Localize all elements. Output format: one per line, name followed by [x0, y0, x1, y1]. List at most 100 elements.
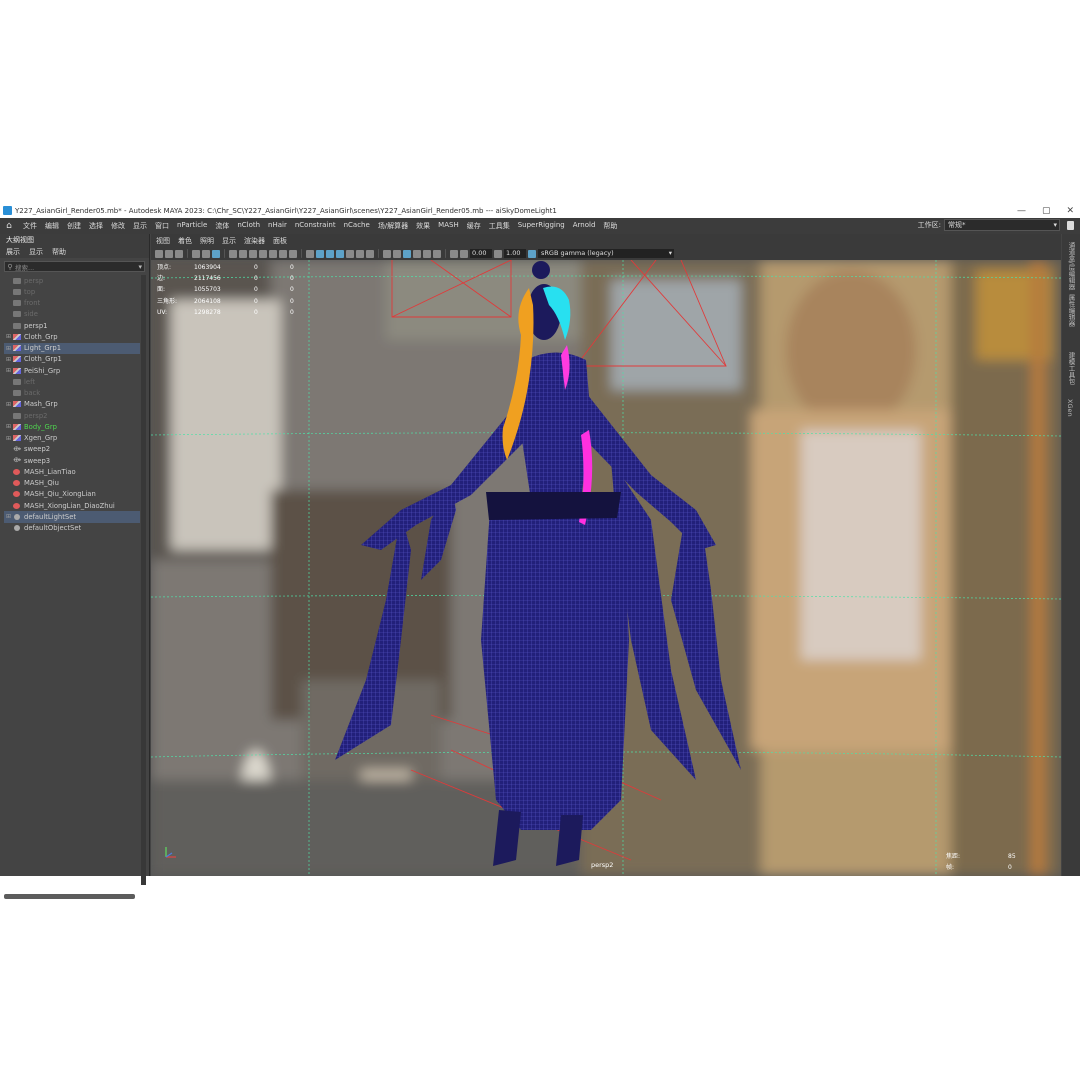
- outliner-item[interactable]: ⊞ Mash_Grp: [4, 399, 140, 410]
- toolbar-button-icon[interactable]: [346, 249, 354, 258]
- viewport-menu-item[interactable]: 渲染器: [244, 236, 265, 246]
- outliner-search-input[interactable]: ⚲ 搜索... ▾: [4, 261, 145, 272]
- outliner-item[interactable]: ⊞ Light_Grp1: [4, 342, 140, 354]
- expand-icon[interactable]: ⊞: [4, 367, 13, 374]
- outliner-item[interactable]: left: [4, 376, 140, 387]
- close-button[interactable]: ✕: [1066, 206, 1074, 216]
- viewport-menu-item[interactable]: 视图: [156, 236, 170, 246]
- expand-icon[interactable]: ⊞: [4, 356, 13, 363]
- expand-icon[interactable]: ⊞: [4, 513, 13, 520]
- toolbar-button-icon[interactable]: [393, 249, 401, 258]
- exposure-icon[interactable]: [460, 249, 468, 258]
- toolbar-button-icon[interactable]: [239, 249, 247, 258]
- menu-item[interactable]: 创建: [63, 221, 85, 231]
- viewport-panel[interactable]: 视图 着色 照明 显示 渲染器 面板 0.00 1.00 sRGB gamma (legacy…: [151, 234, 1061, 876]
- outliner-item[interactable]: persp1: [4, 320, 140, 331]
- outliner-item[interactable]: back: [4, 388, 140, 399]
- toolbar-button-icon[interactable]: [155, 249, 163, 258]
- gamma-icon[interactable]: [494, 249, 502, 258]
- menu-item[interactable]: 工具集: [485, 221, 514, 231]
- toolbar-button-icon[interactable]: [212, 249, 220, 258]
- outliner-item[interactable]: MASH_Qiu: [4, 478, 140, 489]
- outliner-menu-item[interactable]: 显示: [29, 246, 43, 258]
- toolbar-button-icon[interactable]: [192, 249, 200, 258]
- toolbar-button-icon[interactable]: [433, 249, 441, 258]
- toolbar-button-icon[interactable]: [326, 249, 334, 258]
- outliner-item[interactable]: ⊞ Xgen_Grp: [4, 433, 140, 444]
- outliner-item[interactable]: MASH_LianTiao: [4, 466, 140, 477]
- chevron-down-icon[interactable]: ▾: [138, 263, 142, 271]
- toolbar-button-icon[interactable]: [366, 249, 374, 258]
- outliner-menu-item[interactable]: 展示: [6, 246, 20, 258]
- toolbar-button-icon[interactable]: [403, 249, 411, 258]
- toolbar-button-icon[interactable]: [450, 249, 458, 258]
- outliner-item[interactable]: defaultObjectSet: [4, 523, 140, 534]
- viewport-menu-item[interactable]: 着色: [178, 236, 192, 246]
- menu-item[interactable]: 场/解算器: [374, 221, 412, 231]
- outliner-horizontal-scrollbar[interactable]: [4, 894, 135, 899]
- right-side-tab[interactable]: XGen: [1066, 399, 1074, 417]
- viewport-menu-item[interactable]: 照明: [200, 236, 214, 246]
- expand-icon[interactable]: ⊞: [4, 435, 13, 442]
- outliner-item[interactable]: persp: [4, 275, 140, 286]
- menu-item[interactable]: nParticle: [173, 221, 211, 231]
- toolbar-button-icon[interactable]: [269, 249, 277, 258]
- maximize-button[interactable]: ▢: [1042, 206, 1051, 216]
- gamma-field[interactable]: 1.00: [504, 249, 526, 258]
- toolbar-button-icon[interactable]: [202, 249, 210, 258]
- toolbar-button-icon[interactable]: [175, 249, 183, 258]
- outliner-item[interactable]: MASH_Qiu_XiongLian: [4, 489, 140, 500]
- outliner-item[interactable]: ⟴ sweep3: [4, 455, 140, 466]
- toolbar-button-icon[interactable]: [413, 249, 421, 258]
- outliner-item[interactable]: ⊞ Body_Grp: [4, 421, 140, 432]
- viewport-menu-item[interactable]: 显示: [222, 236, 236, 246]
- toolbar-button-icon[interactable]: [306, 249, 314, 258]
- toolbar-button-icon[interactable]: [289, 249, 297, 258]
- menu-item[interactable]: 帮助: [599, 221, 621, 231]
- outliner-item[interactable]: ⊞ Cloth_Grp1: [4, 354, 140, 365]
- expand-icon[interactable]: ⊞: [4, 345, 13, 352]
- outliner-item[interactable]: ⊞ PeiShi_Grp: [4, 365, 140, 376]
- toolbar-button-icon[interactable]: [229, 249, 237, 258]
- menu-item[interactable]: 选择: [85, 221, 107, 231]
- minimize-button[interactable]: —: [1017, 206, 1026, 216]
- toolbar-button-icon[interactable]: [356, 249, 364, 258]
- viewport-menu-item[interactable]: 面板: [273, 236, 287, 246]
- outliner-item[interactable]: ⊞ Cloth_Grp: [4, 331, 140, 342]
- outliner-menu-item[interactable]: 帮助: [52, 246, 66, 258]
- menu-item[interactable]: 修改: [107, 221, 129, 231]
- outliner-item[interactable]: MASH_XiongLian_DiaoZhui: [4, 500, 140, 511]
- outliner-vertical-scrollbar[interactable]: [141, 275, 146, 885]
- menu-item[interactable]: 窗口: [151, 221, 173, 231]
- outliner-item[interactable]: ⊞ defaultLightSet: [4, 511, 140, 523]
- outliner-item[interactable]: side: [4, 309, 140, 320]
- menu-item[interactable]: nCloth: [233, 221, 264, 231]
- outliner-item[interactable]: persp2: [4, 410, 140, 421]
- toolbar-button-icon[interactable]: [423, 249, 431, 258]
- menu-item[interactable]: 文件: [19, 221, 41, 231]
- menu-item[interactable]: 显示: [129, 221, 151, 231]
- menu-item[interactable]: nCache: [340, 221, 374, 231]
- expand-icon[interactable]: ⊞: [4, 333, 13, 340]
- right-side-tab[interactable]: 建模工具包: [1066, 352, 1076, 385]
- menu-item[interactable]: nConstraint: [291, 221, 340, 231]
- expand-icon[interactable]: ⊞: [4, 401, 13, 408]
- lock-icon[interactable]: [1067, 221, 1074, 230]
- color-space-dropdown[interactable]: sRGB gamma (legacy): [538, 249, 674, 258]
- toolbar-button-icon[interactable]: [316, 249, 324, 258]
- exposure-field[interactable]: 0.00: [470, 249, 492, 258]
- toolbar-button-icon[interactable]: [165, 249, 173, 258]
- toolbar-button-icon[interactable]: [249, 249, 257, 258]
- toolbar-button-icon[interactable]: [259, 249, 267, 258]
- color-management-icon[interactable]: [528, 249, 536, 258]
- menu-item[interactable]: 缓存: [463, 221, 485, 231]
- menu-item[interactable]: nHair: [264, 221, 291, 231]
- menu-item[interactable]: 编辑: [41, 221, 63, 231]
- menu-item[interactable]: 流体: [211, 221, 233, 231]
- menu-item[interactable]: MASH: [434, 221, 463, 231]
- menu-item[interactable]: SuperRigging: [514, 221, 569, 231]
- expand-icon[interactable]: ⊞: [4, 423, 13, 430]
- toolbar-button-icon[interactable]: [336, 249, 344, 258]
- menu-item[interactable]: Arnold: [569, 221, 600, 231]
- right-side-tab[interactable]: 通道盒/层编辑器: [1066, 242, 1076, 290]
